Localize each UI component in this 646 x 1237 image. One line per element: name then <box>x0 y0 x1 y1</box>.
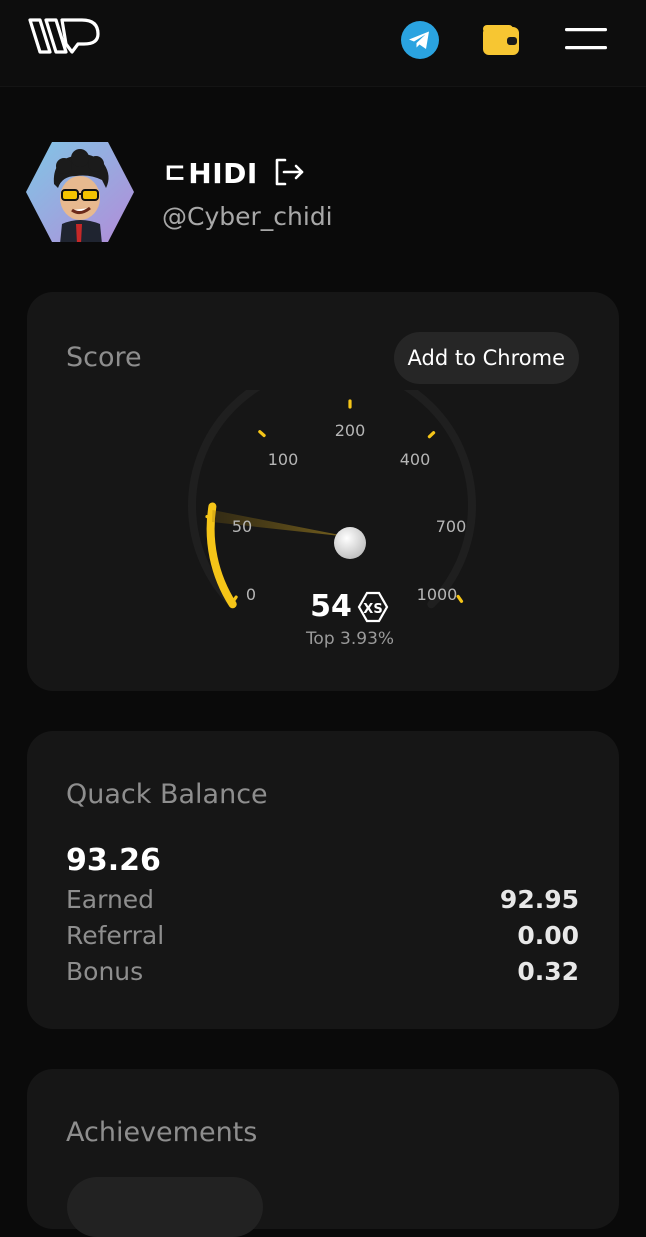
tick-label-100: 100 <box>268 450 299 469</box>
svg-text:XS: XS <box>363 602 382 617</box>
brand-logo-icon[interactable] <box>26 14 102 58</box>
avatar[interactable] <box>24 140 136 244</box>
xs-logo-icon: XS <box>359 593 387 621</box>
score-gauge: 0 50 100 200 400 700 1000 54 XS Top 3.93… <box>167 390 477 660</box>
balance-label: Referral <box>66 921 164 950</box>
profile-name-row: ㄷHIDI <box>162 152 306 192</box>
balance-value: 0.00 <box>517 921 579 950</box>
top-bar <box>0 0 646 87</box>
tick-label-700: 700 <box>436 517 467 536</box>
menu-icon[interactable] <box>563 24 609 54</box>
balance-total: 93.26 <box>66 843 161 878</box>
balance-card: Quack Balance 93.26 Earned 92.95 Referra… <box>27 731 619 1029</box>
tick-mark-400 <box>429 433 433 437</box>
logout-icon[interactable] <box>272 155 306 189</box>
tick-label-50: 50 <box>232 517 252 536</box>
balance-title: Quack Balance <box>66 779 268 810</box>
achievement-item[interactable] <box>67 1177 263 1237</box>
balance-row-referral: Referral 0.00 <box>66 921 579 950</box>
profile-name: ㄷHIDI <box>162 152 258 192</box>
gauge-track <box>192 390 472 604</box>
score-rank: Top 3.93% <box>305 629 394 649</box>
wallet-icon[interactable] <box>481 21 521 59</box>
gauge-knob <box>334 527 366 559</box>
score-card: Score Add to Chrome <box>27 292 619 691</box>
tick-mark-100 <box>260 432 264 436</box>
balance-label: Bonus <box>66 957 143 986</box>
tick-label-0: 0 <box>246 585 256 604</box>
balance-value: 92.95 <box>500 885 579 914</box>
tick-label-200: 200 <box>335 421 366 440</box>
balance-row-bonus: Bonus 0.32 <box>66 957 579 986</box>
balance-value: 0.32 <box>517 957 579 986</box>
score-value: 54 <box>310 589 352 624</box>
telegram-icon[interactable] <box>400 20 440 60</box>
profile-handle: @Cyber_chidi <box>162 202 333 231</box>
score-title: Score <box>66 342 142 373</box>
achievements-card: Achievements <box>27 1069 619 1229</box>
balance-label: Earned <box>66 885 154 914</box>
tick-label-400: 400 <box>400 450 431 469</box>
tick-label-1000: 1000 <box>417 585 458 604</box>
tick-mark-1000 <box>458 596 461 601</box>
achievements-title: Achievements <box>66 1117 257 1148</box>
add-to-chrome-button[interactable]: Add to Chrome <box>394 332 579 384</box>
balance-row-earned: Earned 92.95 <box>66 885 579 914</box>
